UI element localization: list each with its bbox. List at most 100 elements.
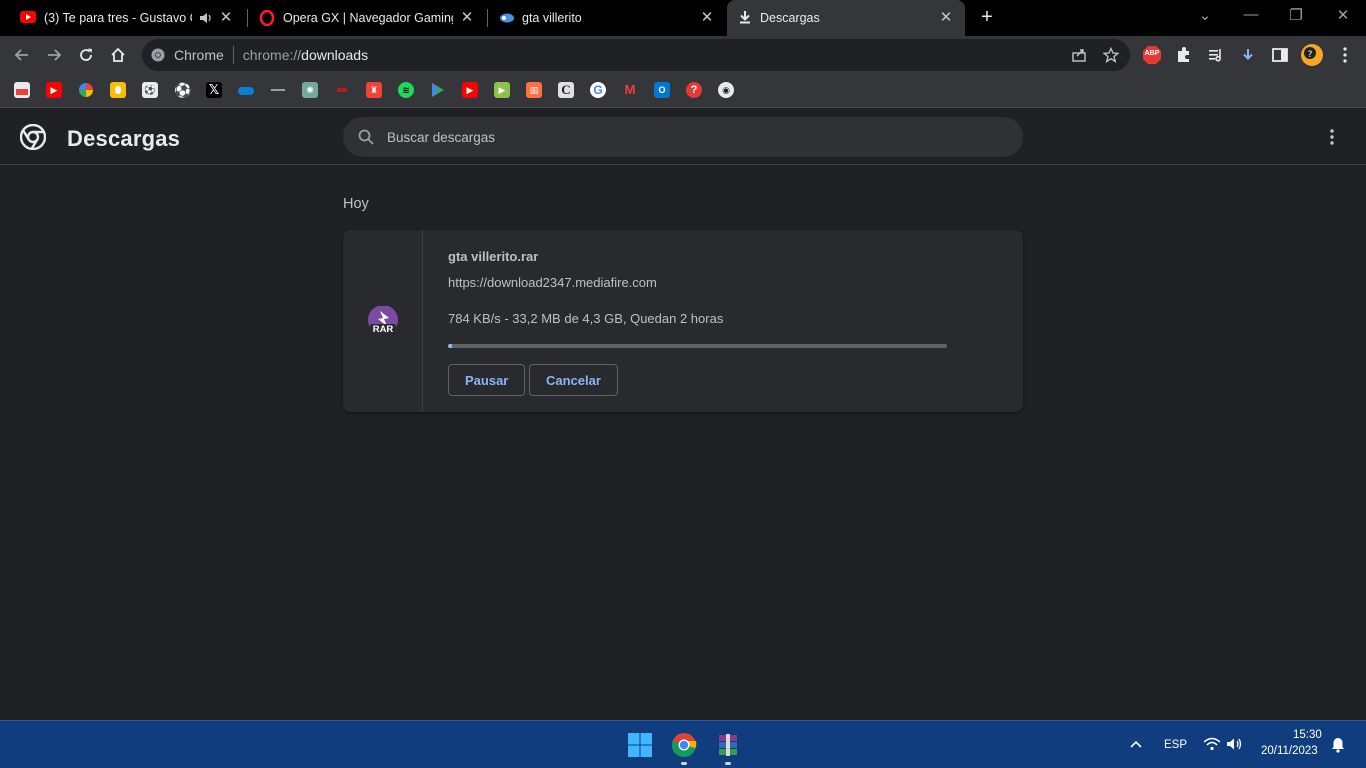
window-close-button[interactable]: ✕ (1331, 6, 1355, 24)
chrome-icon (151, 48, 165, 62)
clock-time[interactable]: 15:30 (1293, 729, 1322, 741)
share-icon[interactable] (1071, 47, 1087, 63)
clock-date[interactable]: 20/11/2023 (1261, 745, 1318, 757)
bookmark-red-icon[interactable] (334, 82, 350, 98)
bookmarks-bar: ▶ ⚽ ⚽ 𝕏 ✺ ♜ ≋ ▶ ▶ ▥ C G M O ? ◉ (0, 74, 1366, 108)
bookmark-spotify-icon[interactable]: ≋ (398, 82, 414, 98)
running-indicator (681, 762, 687, 765)
home-icon (111, 47, 125, 62)
pause-button[interactable]: Pausar (448, 364, 526, 396)
tab-strip: (3) Te para tres - Gustavo Ce ✕ Opera GX… (0, 0, 1366, 36)
search-icon (358, 129, 374, 145)
puzzle-icon[interactable] (1175, 46, 1193, 64)
search-box[interactable] (343, 117, 1023, 157)
tab-title: gta villerito (522, 11, 582, 25)
bookmark-outlook-icon[interactable]: O (654, 82, 670, 98)
bookmark-globe-icon[interactable]: ◉ (718, 82, 734, 98)
language-indicator[interactable]: ESP (1164, 739, 1187, 751)
close-icon[interactable]: ✕ (698, 9, 716, 27)
bookmark-game-icon[interactable]: ♜ (366, 82, 382, 98)
download-progress-fill (448, 344, 452, 348)
side-panel-icon[interactable] (1271, 46, 1289, 64)
minimize-button[interactable]: — (1239, 6, 1263, 23)
media-controls-icon[interactable] (1207, 46, 1225, 64)
arrow-left-icon (14, 49, 28, 61)
url-scheme: chrome:// (242, 47, 302, 63)
home-button[interactable] (108, 45, 128, 65)
new-tab-button[interactable]: + (977, 7, 997, 27)
star-icon[interactable] (1103, 47, 1119, 63)
file-icon-column: RAR (343, 230, 423, 412)
bookmark-youtube-icon[interactable]: ▶ (46, 82, 62, 98)
file-name[interactable]: gta villerito.rar (448, 249, 538, 264)
tab-gta-villerito[interactable]: gta villerito ✕ (488, 0, 726, 36)
search-input[interactable] (387, 117, 1007, 157)
bookmark-c-icon[interactable]: C (558, 82, 574, 98)
bookmark-soccer-icon[interactable]: ⚽ (142, 82, 158, 98)
bookmark-play-store-icon[interactable] (430, 82, 446, 98)
bookmark-video-icon[interactable]: ▶ (494, 82, 510, 98)
bookmark-x-icon[interactable]: 𝕏 (206, 82, 222, 98)
back-button[interactable] (12, 45, 32, 65)
bookmark-keep-icon[interactable] (110, 82, 126, 98)
wifi-icon[interactable] (1203, 737, 1221, 751)
running-indicator (725, 762, 731, 765)
download-progress-bar (448, 344, 947, 348)
bookmark-help-icon[interactable]: ? (686, 82, 702, 98)
speaker-icon[interactable] (199, 11, 213, 25)
page-title: Descargas (67, 126, 181, 151)
restore-button[interactable]: ❐ (1284, 6, 1308, 24)
address-bar[interactable]: Chrome chrome://downloads (142, 39, 1130, 71)
more-options-icon[interactable] (1322, 127, 1342, 147)
adblock-plus-extension[interactable]: ABP (1143, 46, 1161, 64)
bookmark-youtube-2-icon[interactable]: ▶ (462, 82, 478, 98)
download-item-card: RAR gta villerito.rar https://download23… (343, 230, 1023, 412)
tab-youtube[interactable]: (3) Te para tres - Gustavo Ce ✕ (0, 0, 245, 36)
tab-title: Descargas (760, 11, 820, 25)
chevron-up-icon[interactable] (1129, 738, 1143, 750)
close-icon[interactable]: ✕ (937, 9, 955, 27)
tab-title: Opera GX | Navegador Gaming | (283, 11, 453, 25)
notification-bell-icon[interactable] (1330, 737, 1346, 753)
bookmark-google-icon[interactable]: G (590, 82, 606, 98)
cancel-button[interactable]: Cancelar (529, 364, 618, 396)
bookmark-gmail-icon[interactable]: M (622, 82, 638, 98)
tab-search-icon[interactable]: ⌄ (1193, 6, 1217, 24)
bookmark-chatgpt-icon[interactable]: ✺ (302, 82, 318, 98)
download-progress-icon[interactable] (1239, 46, 1257, 64)
tab-opera[interactable]: Opera GX | Navegador Gaming | ✕ (248, 0, 486, 36)
file-source-url[interactable]: https://download2347.mediafire.com (448, 275, 657, 290)
tab-descargas[interactable]: Descargas ✕ (727, 0, 965, 36)
bookmark-onedrive-icon[interactable] (238, 82, 254, 98)
download-icon (740, 11, 750, 24)
toolbar: Chrome chrome://downloads ABP ? (0, 36, 1366, 74)
file-type-badge: RAR (372, 324, 394, 335)
bookmark-photos-icon[interactable] (78, 82, 94, 98)
reload-icon (80, 48, 92, 61)
youtube-icon (20, 11, 36, 23)
close-icon[interactable]: ✕ (217, 9, 235, 27)
reload-button[interactable] (76, 45, 96, 65)
avatar-icon[interactable]: ? (1301, 44, 1323, 66)
windows-taskbar: ESP 15:30 20/11/2023 (0, 720, 1366, 768)
date-group-label: Hoy (343, 196, 369, 212)
forward-button[interactable] (44, 45, 64, 65)
svg-text:?: ? (1308, 50, 1313, 60)
bookmark-store-icon[interactable] (14, 82, 30, 98)
kebab-menu-icon[interactable] (1336, 46, 1354, 64)
close-icon[interactable]: ✕ (458, 9, 476, 27)
rar-file-icon: RAR (367, 306, 399, 336)
windows-start-icon[interactable] (627, 732, 653, 758)
chrome-taskbar-icon[interactable] (671, 732, 697, 758)
bookmark-aire-icon[interactable]: ▥ (526, 82, 542, 98)
site-label: Chrome (174, 47, 224, 63)
tab-title: (3) Te para tres - Gustavo Ce (44, 11, 192, 25)
bookmark-infinity-icon[interactable] (270, 82, 286, 98)
abp-label: ABP (1144, 50, 1160, 57)
site-icon (500, 13, 514, 23)
download-status: 784 KB/s - 33,2 MB de 4,3 GB, Quedan 2 h… (448, 311, 724, 326)
bookmark-ball-icon[interactable]: ⚽ (174, 82, 191, 98)
winrar-taskbar-icon[interactable] (715, 732, 741, 758)
omnibox-divider (232, 46, 234, 64)
volume-icon[interactable] (1226, 737, 1244, 751)
